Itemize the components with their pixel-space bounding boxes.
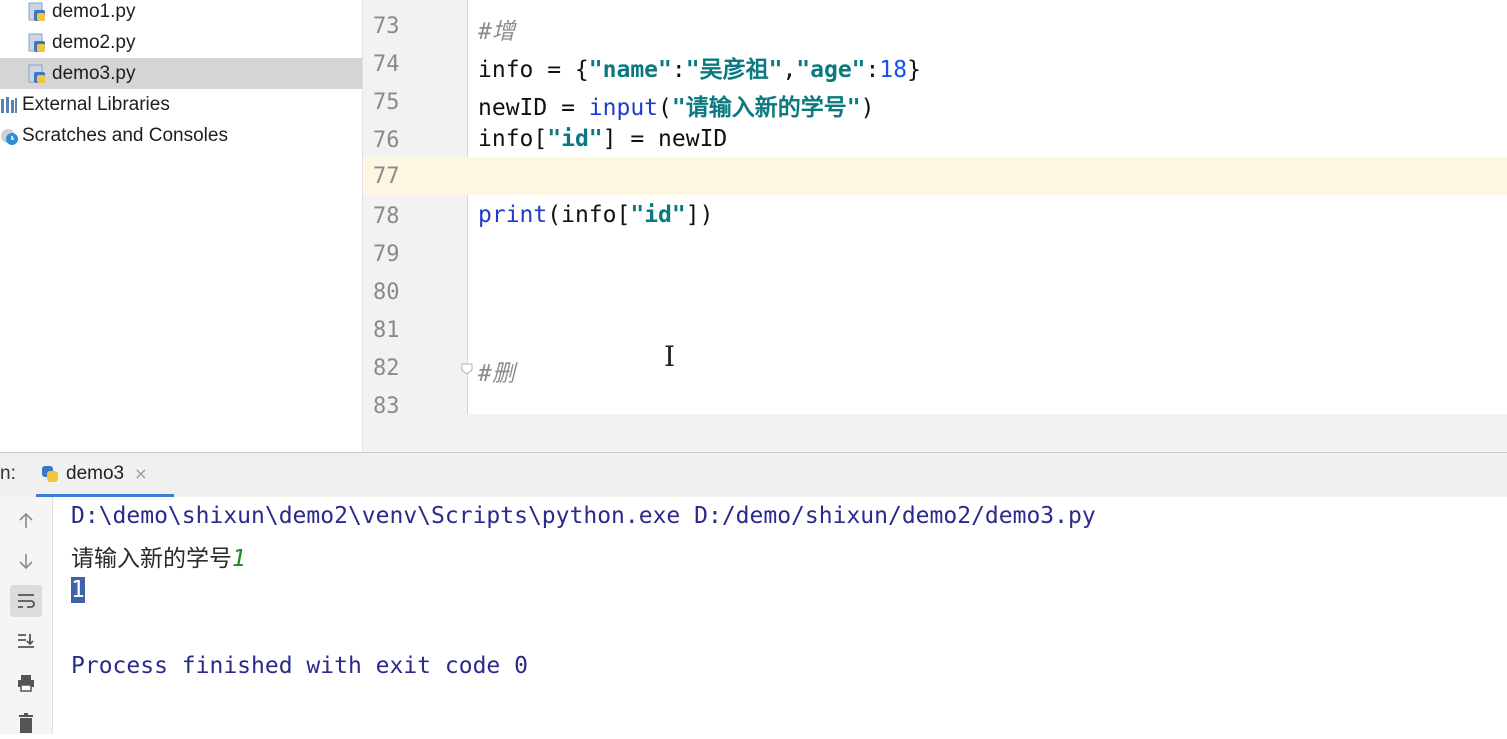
scratches-icon xyxy=(0,126,20,146)
code-op: (info[ xyxy=(547,202,631,228)
tree-item-label: demo3.py xyxy=(52,62,136,84)
code-line[interactable]: 82 #删 xyxy=(363,349,1507,387)
line-number: 80 xyxy=(373,280,400,305)
text-cursor-icon: I xyxy=(664,340,676,373)
code-string: "id" xyxy=(547,126,603,152)
console-prompt: 请输入新的学号 xyxy=(71,546,232,572)
console-output-line: 1 xyxy=(71,577,85,603)
run-panel-header: n: demo3 × xyxy=(0,452,1507,498)
code-string: "age" xyxy=(796,57,866,83)
code-op: = xyxy=(547,95,589,121)
code-op: } xyxy=(907,57,921,83)
code-line[interactable]: 81 xyxy=(363,311,1507,349)
python-icon xyxy=(40,464,60,484)
code-op: : xyxy=(671,57,686,83)
python-file-icon xyxy=(28,33,46,53)
code-op: ) xyxy=(860,95,875,121)
code-line[interactable]: 80 xyxy=(363,273,1507,311)
print-icon[interactable] xyxy=(10,667,42,699)
arrow-down-icon[interactable] xyxy=(10,545,42,577)
tree-item-scratches[interactable]: Scratches and Consoles xyxy=(0,120,362,151)
soft-wrap-icon[interactable] xyxy=(10,585,42,617)
code-line-current[interactable]: 77 xyxy=(363,157,1507,195)
code-string: "id" xyxy=(630,202,686,228)
code-op: ( xyxy=(658,95,672,121)
code-line[interactable]: 75 newID = input("请输入新的学号") xyxy=(363,83,1507,121)
code-var: newID xyxy=(478,95,548,121)
arrow-up-icon[interactable] xyxy=(10,505,42,537)
code-op: : xyxy=(865,57,880,83)
code-number: 18 xyxy=(879,57,908,83)
project-tree-panel: demo1.py demo2.py demo3.py External Libr… xyxy=(0,0,363,452)
line-number: 81 xyxy=(373,318,400,343)
console-command-line: D:\demo\shixun\demo2\venv\Scripts\python… xyxy=(71,503,1096,529)
code-string: "吴彦祖" xyxy=(685,57,783,83)
code-string: "请输入新的学号" xyxy=(671,95,861,121)
code-op: = { xyxy=(533,57,589,83)
code-var: info xyxy=(478,57,534,83)
line-number: 77 xyxy=(373,164,400,189)
trash-icon[interactable] xyxy=(10,707,42,739)
code-op: , xyxy=(782,57,797,83)
line-number: 76 xyxy=(373,128,400,153)
line-number: 78 xyxy=(373,204,400,229)
code-line[interactable]: 79 xyxy=(363,235,1507,273)
code-line[interactable]: 74 info = {"name":"吴彦祖","age":18} xyxy=(363,45,1507,83)
console-prompt-line: 请输入新的学号1 xyxy=(71,539,246,573)
python-file-icon xyxy=(28,64,46,84)
tree-item-label: External Libraries xyxy=(22,93,170,115)
console-user-input: 1 xyxy=(232,546,246,572)
code-op: ]) xyxy=(685,202,714,228)
line-number: 79 xyxy=(373,242,400,267)
code-function: input xyxy=(588,95,659,121)
code-function: print xyxy=(478,202,548,228)
code-line[interactable]: 78 print(info["id"]) xyxy=(363,197,1507,235)
console-output-value: 1 xyxy=(71,577,85,603)
run-tab-demo3[interactable]: demo3 × xyxy=(36,453,174,497)
run-toolbar xyxy=(0,497,53,734)
tree-item-external-libraries[interactable]: External Libraries xyxy=(0,89,362,120)
tree-item-demo1[interactable]: demo1.py xyxy=(0,0,362,27)
code-line[interactable]: 73 #增 xyxy=(363,7,1507,45)
code-line[interactable]: 76 info["id"] = newID xyxy=(363,121,1507,159)
scroll-to-end-icon[interactable] xyxy=(10,625,42,657)
line-number: 74 xyxy=(373,52,400,77)
line-number: 75 xyxy=(373,90,400,115)
code-editor[interactable]: 73 #增 74 info = {"name":"吴彦祖","age":18} … xyxy=(363,0,1507,419)
code-comment: #删 xyxy=(478,361,515,387)
tree-item-label: demo1.py xyxy=(52,0,136,22)
tree-item-label: Scratches and Consoles xyxy=(22,124,228,146)
tree-item-label: demo2.py xyxy=(52,31,136,53)
close-icon[interactable]: × xyxy=(134,464,147,483)
code-op: ] = newID xyxy=(602,126,728,152)
library-icon xyxy=(0,96,18,114)
run-tab-label: demo3 xyxy=(66,462,125,484)
code-string: "name" xyxy=(588,57,672,83)
console-output[interactable]: D:\demo\shixun\demo2\venv\Scripts\python… xyxy=(53,497,1507,734)
tree-item-demo3[interactable]: demo3.py xyxy=(0,58,362,89)
run-panel-label: n: xyxy=(0,463,16,484)
code-var: info[ xyxy=(478,126,548,152)
line-number: 82 xyxy=(373,356,400,381)
tree-item-demo2[interactable]: demo2.py xyxy=(0,27,362,58)
console-exit-line: Process finished with exit code 0 xyxy=(71,653,528,679)
editor-bottom-area xyxy=(363,414,1507,452)
python-file-icon xyxy=(28,2,46,22)
fold-marker-icon[interactable] xyxy=(460,362,474,376)
line-number: 73 xyxy=(373,14,400,39)
code-comment: #增 xyxy=(478,19,515,45)
